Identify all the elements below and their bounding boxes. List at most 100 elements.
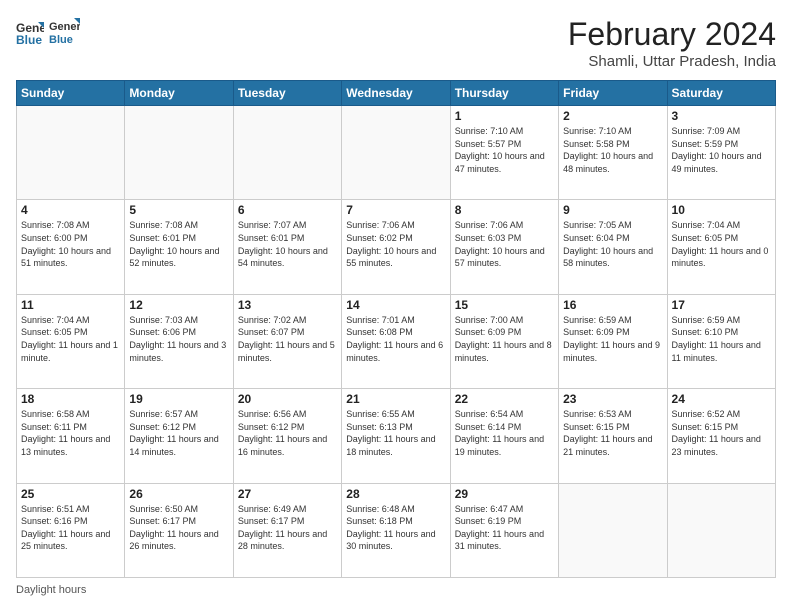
day-number: 25 [21,487,120,501]
calendar-cell [125,106,233,200]
calendar-cell: 8 Sunrise: 7:06 AM Sunset: 6:03 PM Daylig… [450,200,558,294]
day-number: 1 [455,109,554,123]
day-number: 5 [129,203,228,217]
calendar-cell: 19Sunrise: 6:57 AM Sunset: 6:12 PM Dayli… [125,389,233,483]
col-tuesday: Tuesday [233,81,341,106]
calendar-cell: 16 Sunrise: 6:59 AM Sunset: 6:09 PM Dayli… [559,294,667,388]
day-info: Sunrise: 7:01 AM Sunset: 6:08 PM Dayligh… [346,314,445,364]
calendar-cell: 5 Sunrise: 7:08 AM Sunset: 6:01 PM Daylig… [125,200,233,294]
day-number: 23 [563,392,662,406]
title-block: February 2024 Shamli, Uttar Pradesh, Ind… [568,16,776,70]
col-sunday: Sunday [17,81,125,106]
calendar-cell: 3 Sunrise: 7:09 AM Sunset: 5:59 PM Daylig… [667,106,775,200]
day-number: 10 [672,203,771,217]
day-number: 29 [455,487,554,501]
day-number: 26 [129,487,228,501]
day-number: 14 [346,298,445,312]
day-number: 13 [238,298,337,312]
day-info: Sunrise: 6:52 AM Sunset: 6:15 PM Dayligh… [672,408,771,458]
day-number: 20 [238,392,337,406]
calendar-cell: 17 Sunrise: 6:59 AM Sunset: 6:10 PM Dayli… [667,294,775,388]
day-info: Sunrise: 7:00 AM Sunset: 6:09 PM Dayligh… [455,314,554,364]
calendar-cell: 22 Sunrise: 6:54 AM Sunset: 6:14 PM Dayli… [450,389,558,483]
day-info: Sunrise: 6:51 AM Sunset: 6:16 PM Dayligh… [21,503,120,553]
day-info: Sunrise: 6:58 AM Sunset: 6:11 PM Dayligh… [21,408,120,458]
day-number: 17 [672,298,771,312]
day-number: 16 [563,298,662,312]
day-info: Sunrise: 6:59 AM Sunset: 6:10 PM Dayligh… [672,314,771,364]
calendar-cell: 2 Sunrise: 7:10 AM Sunset: 5:58 PM Daylig… [559,106,667,200]
calendar-cell: 10 Sunrise: 7:04 AM Sunset: 6:05 PM Dayli… [667,200,775,294]
logo-svg: General Blue [48,16,80,48]
day-number: 3 [672,109,771,123]
calendar-cell: 21Sunrise: 6:55 AM Sunset: 6:13 PM Dayli… [342,389,450,483]
day-number: 11 [21,298,120,312]
col-saturday: Saturday [667,81,775,106]
day-info: Sunrise: 6:53 AM Sunset: 6:15 PM Dayligh… [563,408,662,458]
day-number: 21 [346,392,445,406]
calendar-table: Sunday Monday Tuesday Wednesday Thursday… [16,80,776,578]
calendar-week-row: 1 Sunrise: 7:10 AM Sunset: 5:57 PM Daylig… [17,106,776,200]
day-number: 28 [346,487,445,501]
day-info: Sunrise: 7:02 AM Sunset: 6:07 PM Dayligh… [238,314,337,364]
day-number: 2 [563,109,662,123]
svg-text:General: General [49,21,80,33]
calendar-cell: 23 Sunrise: 6:53 AM Sunset: 6:15 PM Dayli… [559,389,667,483]
logo-text-block: General Blue [48,16,80,48]
calendar-cell: 20 Sunrise: 6:56 AM Sunset: 6:12 PM Dayli… [233,389,341,483]
svg-text:Blue: Blue [16,33,42,46]
calendar-week-row: 4Sunrise: 7:08 AM Sunset: 6:00 PM Daylig… [17,200,776,294]
day-number: 7 [346,203,445,217]
logo-icon: General Blue [16,18,44,46]
footer-note: Daylight hours [16,584,776,596]
day-number: 27 [238,487,337,501]
day-info: Sunrise: 7:10 AM Sunset: 5:58 PM Dayligh… [563,125,662,175]
calendar-cell: 15 Sunrise: 7:00 AM Sunset: 6:09 PM Dayli… [450,294,558,388]
day-info: Sunrise: 7:06 AM Sunset: 6:03 PM Dayligh… [455,219,554,269]
calendar-cell [559,483,667,577]
day-info: Sunrise: 7:08 AM Sunset: 6:01 PM Dayligh… [129,219,228,269]
day-info: Sunrise: 6:49 AM Sunset: 6:17 PM Dayligh… [238,503,337,553]
day-number: 6 [238,203,337,217]
calendar-week-row: 25 Sunrise: 6:51 AM Sunset: 6:16 PM Dayli… [17,483,776,577]
svg-text:Blue: Blue [49,34,73,46]
calendar-cell: 18Sunrise: 6:58 AM Sunset: 6:11 PM Dayli… [17,389,125,483]
calendar-cell: 11 Sunrise: 7:04 AM Sunset: 6:05 PM Dayli… [17,294,125,388]
day-info: Sunrise: 7:03 AM Sunset: 6:06 PM Dayligh… [129,314,228,364]
calendar-cell [342,106,450,200]
calendar-cell: 6Sunrise: 7:07 AM Sunset: 6:01 PM Daylig… [233,200,341,294]
day-number: 22 [455,392,554,406]
day-number: 24 [672,392,771,406]
day-info: Sunrise: 7:06 AM Sunset: 6:02 PM Dayligh… [346,219,445,269]
calendar-cell: 24 Sunrise: 6:52 AM Sunset: 6:15 PM Dayli… [667,389,775,483]
col-friday: Friday [559,81,667,106]
day-info: Sunrise: 6:50 AM Sunset: 6:17 PM Dayligh… [129,503,228,553]
calendar-cell [667,483,775,577]
calendar-cell: 26 Sunrise: 6:50 AM Sunset: 6:17 PM Dayli… [125,483,233,577]
col-wednesday: Wednesday [342,81,450,106]
calendar-header-row: Sunday Monday Tuesday Wednesday Thursday… [17,81,776,106]
day-info: Sunrise: 6:59 AM Sunset: 6:09 PM Dayligh… [563,314,662,364]
page: General Blue General Blue February 2024 … [0,0,792,612]
location: Shamli, Uttar Pradesh, India [568,53,776,70]
calendar-cell: 25 Sunrise: 6:51 AM Sunset: 6:16 PM Dayli… [17,483,125,577]
day-number: 8 [455,203,554,217]
col-monday: Monday [125,81,233,106]
calendar-cell: 14 Sunrise: 7:01 AM Sunset: 6:08 PM Dayli… [342,294,450,388]
calendar-cell: 13 Sunrise: 7:02 AM Sunset: 6:07 PM Dayli… [233,294,341,388]
calendar-cell: 7 Sunrise: 7:06 AM Sunset: 6:02 PM Daylig… [342,200,450,294]
logo: General Blue General Blue [16,16,80,48]
day-number: 4 [21,203,120,217]
day-info: Sunrise: 7:10 AM Sunset: 5:57 PM Dayligh… [455,125,554,175]
day-info: Sunrise: 7:04 AM Sunset: 6:05 PM Dayligh… [21,314,120,364]
day-info: Sunrise: 6:57 AM Sunset: 6:12 PM Dayligh… [129,408,228,458]
calendar-cell: 27 Sunrise: 6:49 AM Sunset: 6:17 PM Dayli… [233,483,341,577]
day-number: 15 [455,298,554,312]
day-info: Sunrise: 6:56 AM Sunset: 6:12 PM Dayligh… [238,408,337,458]
day-info: Sunrise: 6:54 AM Sunset: 6:14 PM Dayligh… [455,408,554,458]
day-info: Sunrise: 6:47 AM Sunset: 6:19 PM Dayligh… [455,503,554,553]
day-info: Sunrise: 7:04 AM Sunset: 6:05 PM Dayligh… [672,219,771,269]
calendar-cell: 1 Sunrise: 7:10 AM Sunset: 5:57 PM Daylig… [450,106,558,200]
day-info: Sunrise: 7:09 AM Sunset: 5:59 PM Dayligh… [672,125,771,175]
day-number: 9 [563,203,662,217]
